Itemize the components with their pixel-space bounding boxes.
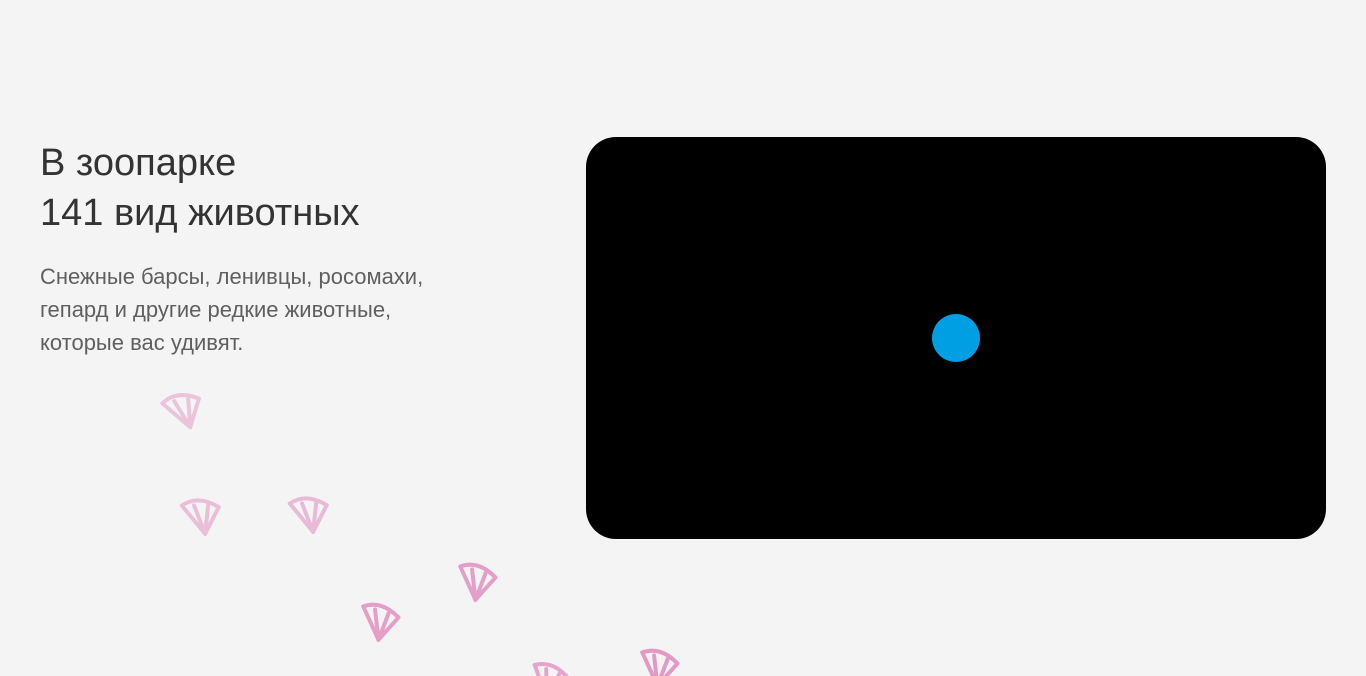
intro-section: В зоопарке 141 вид животных Снежные барс…: [40, 138, 560, 359]
bird-footprint-icon: [635, 644, 685, 676]
title-line-1: В зоопарке: [40, 142, 237, 184]
bird-footprint-icon: [285, 488, 338, 539]
description-line-2: гепард и другие редкие животные,: [40, 297, 392, 322]
play-dot-icon[interactable]: [932, 314, 980, 362]
section-title: В зоопарке 141 вид животных: [40, 138, 560, 238]
bird-footprint-icon: [525, 656, 578, 676]
page: В зоопарке 141 вид животных Снежные барс…: [0, 0, 1366, 676]
title-line-2: 141 вид животных: [40, 192, 360, 234]
bird-footprint-icon: [156, 381, 214, 438]
description-line-3: которые вас удивят.: [40, 330, 244, 355]
video-player[interactable]: [586, 137, 1326, 539]
bird-footprint-icon: [453, 558, 503, 606]
bird-footprint-icon: [356, 598, 406, 646]
description-line-1: Снежные барсы, ленивцы, росомахи,: [40, 264, 424, 289]
section-description: Снежные барсы, ленивцы, росомахи, гепард…: [40, 260, 560, 359]
bird-footprint-icon: [177, 490, 230, 541]
